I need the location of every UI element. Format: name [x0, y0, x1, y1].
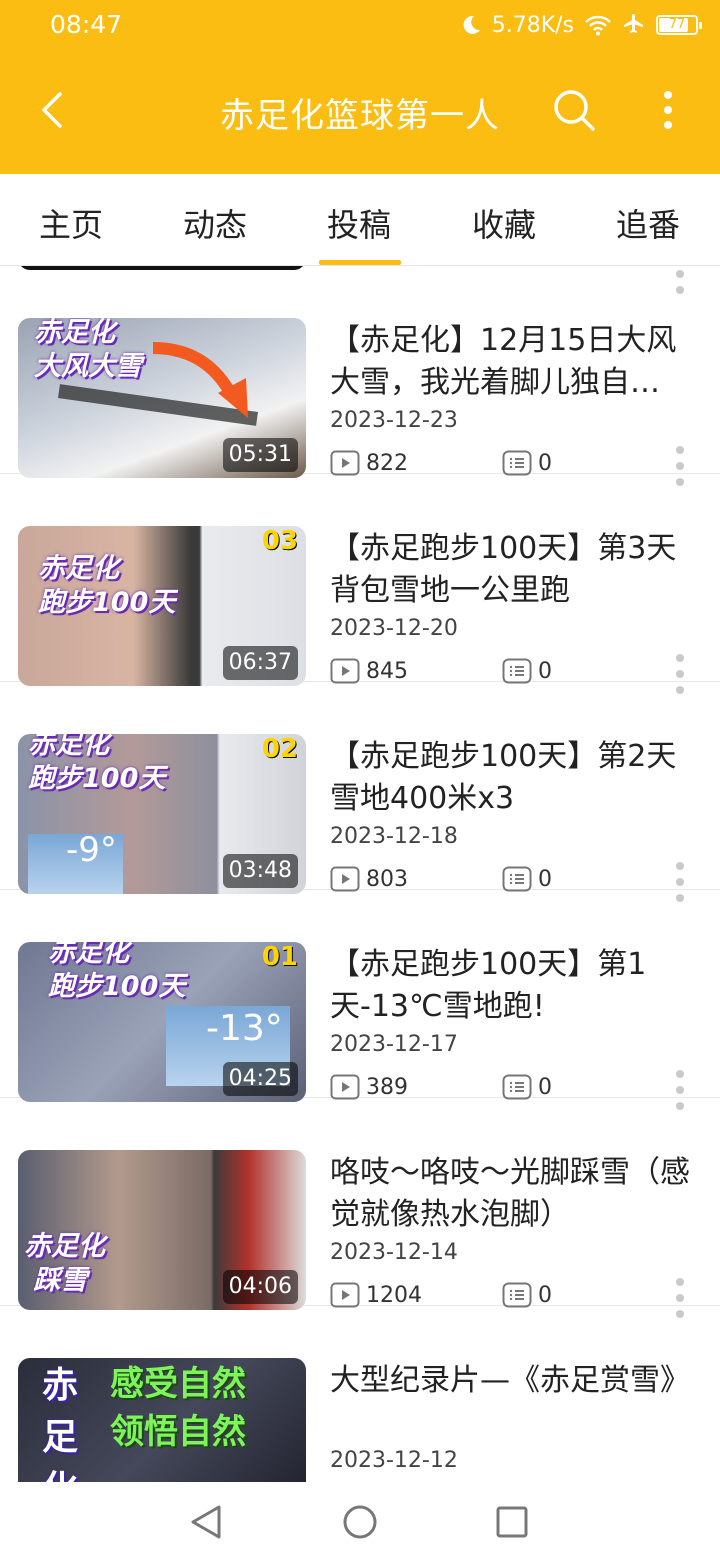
view-count: 845 [330, 658, 408, 684]
episode-badge: 01 [261, 942, 298, 972]
video-date: 2023-12-23 [330, 408, 458, 433]
search-button[interactable] [546, 82, 602, 138]
comment-count-value: 0 [538, 450, 552, 476]
list-item[interactable]: 赤足化 踩雪 04:06 咯吱～咯吱～光脚踩雪（感觉就像热水泡脚） 2023-1… [0, 1098, 720, 1318]
video-duration: 03:48 [222, 854, 298, 888]
video-date: 2023-12-17 [330, 1032, 458, 1057]
view-count-value: 845 [366, 658, 408, 684]
moon-icon [460, 14, 482, 36]
comment-count-value: 0 [538, 1074, 552, 1100]
video-date: 2023-12-18 [330, 824, 458, 849]
video-title[interactable]: 大型纪录片—《赤足赏雪》 [330, 1360, 700, 1402]
view-count: 822 [330, 450, 408, 476]
video-title[interactable]: 【赤足跑步100天】第3天背包雪地一公里跑 [330, 528, 700, 612]
triangle-back-icon [191, 1505, 221, 1539]
list-item[interactable]: -13° 赤足化 跑步100天 01 04:25 【赤足跑步100天】第1天-13… [0, 890, 720, 1110]
comment-count-value: 0 [538, 1282, 552, 1308]
app-bar: 赤足化篮球第一人 [0, 60, 720, 164]
comment-count: 0 [502, 658, 552, 684]
net-speed: 5.78K/s [491, 12, 574, 38]
comment-count: 0 [502, 866, 552, 892]
status-bar: 08:47 5.78K/s 77 [0, 0, 720, 52]
video-duration: 04:06 [222, 1270, 298, 1304]
episode-badge: 02 [261, 734, 298, 764]
view-count: 803 [330, 866, 408, 892]
video-thumbnail[interactable]: -9° 赤足化 跑步100天 02 03:48 [18, 734, 306, 894]
danmaku-icon [502, 866, 532, 892]
video-thumbnail[interactable]: 赤足化 大风大雪 05:31 [18, 318, 306, 478]
battery-icon: 77 [656, 15, 702, 35]
comment-count: 0 [502, 1282, 552, 1308]
system-nav-bar [0, 1482, 720, 1560]
video-thumbnail[interactable]: 赤足化 感受自然领悟自然 [18, 1358, 306, 1482]
search-icon [554, 90, 595, 131]
play-count-icon [330, 658, 360, 684]
view-count-value: 803 [366, 866, 408, 892]
danmaku-icon [502, 658, 532, 684]
nav-recents-button[interactable] [492, 1502, 532, 1542]
video-title[interactable]: 咯吱～咯吱～光脚踩雪（感觉就像热水泡脚） [330, 1152, 700, 1236]
play-count-icon [330, 866, 360, 892]
episode-badge: 03 [261, 526, 298, 556]
view-count-value: 389 [366, 1074, 408, 1100]
video-duration: 04:25 [222, 1062, 298, 1096]
circle-home-icon [343, 1505, 377, 1539]
tab-uploads[interactable]: 投稿 [299, 200, 419, 246]
comment-count: 0 [502, 450, 552, 476]
view-count-value: 822 [366, 450, 408, 476]
square-recents-icon [496, 1506, 528, 1538]
danmaku-icon [502, 450, 532, 476]
top-bar: 08:47 5.78K/s 77 赤足化篮球第一人 [0, 0, 720, 174]
video-list[interactable]: 赤足化 大风大雪 05:31 【赤足化】12月15日大风大雪，我光着脚儿独自… 2… [0, 266, 720, 1482]
video-duration: 05:31 [222, 438, 298, 472]
tab-bangumi[interactable]: 追番 [588, 200, 708, 246]
battery-level: 77 [668, 17, 686, 32]
status-time: 08:47 [50, 10, 123, 39]
list-item[interactable]: 赤足化 大风大雪 05:31 【赤足化】12月15日大风大雪，我光着脚儿独自… 2… [0, 266, 720, 486]
more-menu-button[interactable] [648, 82, 688, 138]
tab-home[interactable]: 主页 [11, 200, 131, 246]
video-title[interactable]: 【赤足化】12月15日大风大雪，我光着脚儿独自… [330, 320, 700, 404]
video-thumbnail[interactable]: 赤足化 踩雪 04:06 [18, 1150, 306, 1310]
video-duration: 06:37 [222, 646, 298, 680]
danmaku-icon [502, 1074, 532, 1100]
nav-back-button[interactable] [186, 1502, 226, 1542]
page-title: 赤足化篮球第一人 [220, 96, 500, 136]
active-tab-indicator [319, 260, 401, 265]
play-count-icon [330, 1282, 360, 1308]
list-item[interactable]: 赤足化 感受自然领悟自然 大型纪录片—《赤足赏雪》 2023-12-12 [0, 1306, 720, 1482]
airplane-icon [622, 13, 646, 37]
view-count: 1204 [330, 1282, 422, 1308]
tab-dynamics[interactable]: 动态 [155, 200, 275, 246]
wifi-icon [584, 14, 612, 36]
video-thumbnail[interactable]: 赤足化 跑步100天 03 06:37 [18, 526, 306, 686]
play-count-icon [330, 450, 360, 476]
tab-favorites[interactable]: 收藏 [444, 200, 564, 246]
comment-count-value: 0 [538, 658, 552, 684]
play-count-icon [330, 1074, 360, 1100]
video-thumbnail[interactable]: -13° 赤足化 跑步100天 01 04:25 [18, 942, 306, 1102]
comment-count-value: 0 [538, 866, 552, 892]
list-item[interactable]: -9° 赤足化 跑步100天 02 03:48 【赤足跑步100天】第2天雪地40… [0, 682, 720, 902]
nav-home-button[interactable] [340, 1502, 380, 1542]
video-title[interactable]: 【赤足跑步100天】第2天雪地400米x3 [330, 736, 700, 820]
back-button[interactable] [24, 80, 80, 140]
video-date: 2023-12-20 [330, 616, 458, 641]
profile-tabs: 主页 动态 投稿 收藏 追番 [0, 174, 720, 266]
view-count-value: 1204 [366, 1282, 422, 1308]
view-count: 389 [330, 1074, 408, 1100]
list-item[interactable]: 赤足化 跑步100天 03 06:37 【赤足跑步100天】第3天背包雪地一公里跑… [0, 474, 720, 694]
video-title[interactable]: 【赤足跑步100天】第1天-13℃雪地跑! [330, 944, 700, 1028]
video-date: 2023-12-14 [330, 1240, 458, 1265]
status-icons: 5.78K/s 77 [460, 8, 702, 42]
comment-count: 0 [502, 1074, 552, 1100]
video-date: 2023-12-12 [330, 1448, 458, 1473]
danmaku-icon [502, 1282, 532, 1308]
